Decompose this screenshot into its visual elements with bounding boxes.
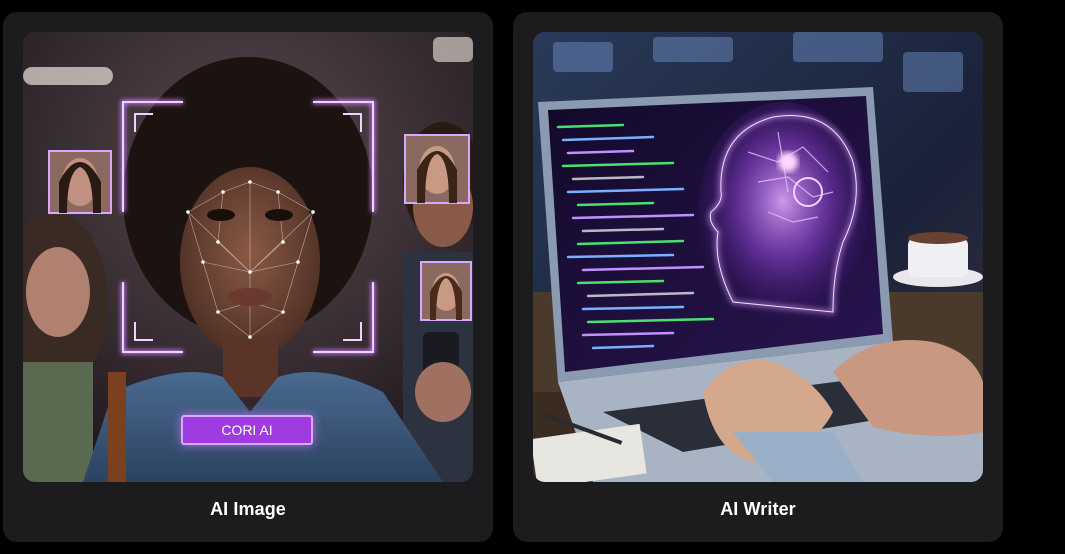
ai-writer-label[interactable]: AI Writer bbox=[513, 499, 1003, 520]
ai-writer-card[interactable]: AI Writer bbox=[513, 12, 1003, 542]
ai-image-thumbnail[interactable]: CORI AI bbox=[23, 32, 473, 482]
cori-ai-badge: CORI AI bbox=[181, 415, 313, 445]
tool-card-grid: CORI AI AI Image AI Writer bbox=[0, 0, 1065, 554]
ai-image-card[interactable]: CORI AI AI Image bbox=[3, 12, 493, 542]
ai-image-label[interactable]: AI Image bbox=[3, 499, 493, 520]
ai-laptop-image bbox=[533, 32, 983, 482]
ai-writer-thumbnail[interactable] bbox=[533, 32, 983, 482]
